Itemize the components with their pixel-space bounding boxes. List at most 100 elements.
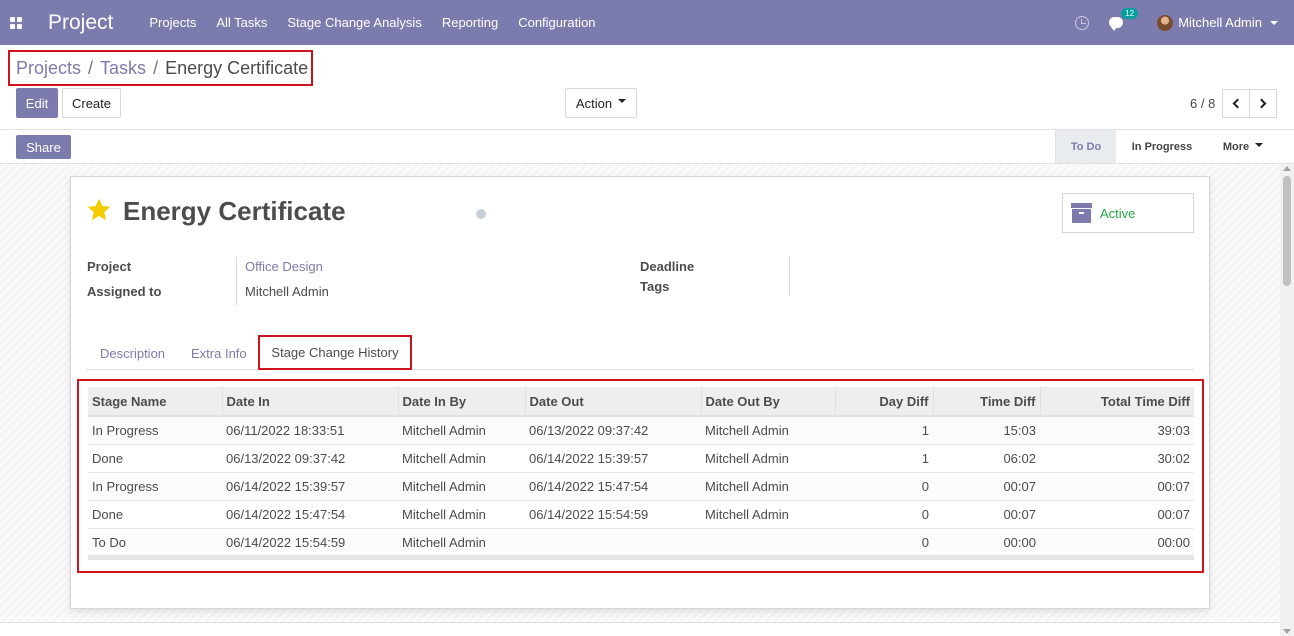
vertical-scrollbar[interactable] — [1280, 164, 1294, 636]
breadcrumb-projects[interactable]: Projects — [16, 58, 81, 79]
cell-day-diff: 0 — [835, 527, 933, 556]
column-date-out[interactable]: Date Out — [525, 387, 702, 417]
cell-total-time-diff: 39:03 — [1040, 415, 1194, 444]
cell-date-out: 06/14/2022 15:39:57 — [525, 443, 701, 472]
cell-day-diff: 0 — [835, 499, 933, 528]
project-label: Project — [87, 259, 132, 274]
cell-total-time-diff: 00:07 — [1040, 471, 1194, 500]
action-label: Action — [575, 95, 613, 111]
cell-date-in-by: Mitchell Admin — [398, 471, 525, 500]
active-toggle-button[interactable]: Active — [1062, 193, 1194, 233]
stage-history-table: Stage Name Date In Date In By Date Out D… — [88, 387, 1194, 556]
cell-time-diff: 06:02 — [933, 443, 1040, 472]
menu-item-projects[interactable]: Projects — [149, 15, 196, 30]
kanban-state-icon[interactable] — [476, 209, 486, 219]
table-row[interactable]: To Do 06/14/2022 15:54:59 Mitchell Admin… — [88, 527, 1194, 556]
column-total-time-diff[interactable]: Total Time Diff — [1040, 387, 1194, 417]
cell-time-diff: 00:07 — [933, 499, 1040, 528]
tab-stage-change-history[interactable]: Stage Change History — [258, 335, 412, 370]
chevron-left-icon — [1232, 98, 1243, 109]
menu-item-reporting[interactable]: Reporting — [442, 15, 498, 30]
user-avatar[interactable] — [1157, 14, 1174, 31]
cell-date-out — [525, 527, 701, 556]
main-menu: Projects All Tasks Stage Change Analysis… — [149, 15, 615, 30]
menu-item-all-tasks[interactable]: All Tasks — [216, 15, 267, 30]
cell-date-in: 06/11/2022 18:33:51 — [222, 415, 398, 444]
bottom-edge — [0, 622, 1280, 636]
star-icon[interactable] — [86, 197, 112, 223]
cell-date-in: 06/14/2022 15:54:59 — [222, 527, 398, 556]
menu-item-configuration[interactable]: Configuration — [518, 15, 595, 30]
project-field[interactable]: Office Design — [245, 259, 323, 274]
cell-stage-name: To Do — [88, 527, 222, 556]
cell-total-time-diff: 00:07 — [1040, 499, 1194, 528]
share-button[interactable]: Share — [16, 135, 71, 159]
table-row[interactable]: In Progress 06/11/2022 18:33:51 Mitchell… — [88, 415, 1194, 444]
cell-total-time-diff: 30:02 — [1040, 443, 1194, 472]
cell-date-out: 06/14/2022 15:47:54 — [525, 471, 701, 500]
cell-date-out-by: Mitchell Admin — [701, 499, 835, 528]
cell-date-out-by — [701, 527, 835, 556]
cell-time-diff: 00:00 — [933, 527, 1040, 556]
chat-icon — [1109, 17, 1124, 31]
edit-button[interactable]: Edit — [16, 88, 58, 118]
cell-date-in: 06/13/2022 09:37:42 — [222, 443, 398, 472]
cell-date-out-by: Mitchell Admin — [701, 471, 835, 500]
messaging-button[interactable]: 12 — [1109, 8, 1139, 31]
pager-next-button[interactable] — [1249, 89, 1277, 118]
cell-date-out-by: Mitchell Admin — [701, 415, 835, 444]
field-divider — [236, 257, 237, 305]
scroll-down-icon[interactable] — [1283, 629, 1291, 634]
tabs-underline — [86, 369, 1194, 370]
task-title[interactable]: Energy Certificate — [123, 196, 346, 227]
cell-stage-name: In Progress — [88, 415, 222, 444]
chevron-down-icon[interactable] — [1270, 20, 1278, 25]
activity-clock-icon[interactable] — [1075, 15, 1090, 30]
scroll-up-icon[interactable] — [1283, 166, 1291, 171]
table-header-row: Stage Name Date In Date In By Date Out D… — [88, 387, 1194, 417]
breadcrumb-separator: / — [153, 57, 159, 78]
cell-stage-name: Done — [88, 499, 222, 528]
column-day-diff[interactable]: Day Diff — [835, 387, 934, 417]
scrollbar-thumb[interactable] — [1283, 176, 1291, 286]
cell-date-out-by: Mitchell Admin — [701, 443, 835, 472]
stage-to-do[interactable]: To Do — [1056, 130, 1116, 163]
pager-value[interactable]: 6 / 8 — [1190, 96, 1215, 111]
stage-history-section: Stage Name Date In Date In By Date Out D… — [77, 379, 1204, 573]
assigned-to-field[interactable]: Mitchell Admin — [245, 284, 329, 299]
column-date-in-by[interactable]: Date In By — [398, 387, 526, 417]
column-time-diff[interactable]: Time Diff — [933, 387, 1041, 417]
cell-stage-name: In Progress — [88, 471, 222, 500]
breadcrumb-separator: / — [88, 57, 94, 78]
active-label: Active — [1100, 205, 1136, 221]
cell-day-diff: 1 — [835, 415, 933, 444]
breadcrumb-tasks[interactable]: Tasks — [100, 58, 146, 79]
tags-label: Tags — [640, 279, 670, 294]
cell-date-in: 06/14/2022 15:47:54 — [222, 499, 398, 528]
cell-day-diff: 1 — [835, 443, 933, 472]
table-row[interactable]: In Progress 06/14/2022 15:39:57 Mitchell… — [88, 471, 1194, 500]
column-date-out-by[interactable]: Date Out By — [701, 387, 836, 417]
table-row[interactable]: Done 06/14/2022 15:47:54 Mitchell Admin … — [88, 499, 1194, 528]
stage-more-dropdown[interactable]: More — [1208, 130, 1278, 163]
systray: 12 Mitchell Admin — [1075, 0, 1294, 45]
apps-menu-icon[interactable] — [10, 16, 22, 29]
cell-date-in: 06/14/2022 15:39:57 — [222, 471, 398, 500]
chevron-right-icon — [1256, 98, 1267, 109]
stage-in-progress[interactable]: In Progress — [1118, 130, 1206, 163]
breadcrumb: Projects / Tasks / Energy Certificate — [8, 50, 313, 86]
tab-extra-info[interactable]: Extra Info — [191, 346, 247, 361]
field-divider — [789, 257, 790, 295]
pager-previous-button[interactable] — [1222, 89, 1250, 118]
top-navbar: Project Projects All Tasks Stage Change … — [0, 0, 1294, 45]
action-dropdown[interactable]: Action — [565, 88, 637, 118]
tab-description[interactable]: Description — [100, 346, 165, 361]
table-row[interactable]: Done 06/13/2022 09:37:42 Mitchell Admin … — [88, 443, 1194, 472]
column-date-in[interactable]: Date In — [222, 387, 399, 417]
user-menu[interactable]: Mitchell Admin — [1178, 15, 1262, 30]
menu-item-stage-change-analysis[interactable]: Stage Change Analysis — [287, 15, 421, 30]
create-button[interactable]: Create — [62, 88, 121, 118]
cell-day-diff: 0 — [835, 471, 933, 500]
app-brand[interactable]: Project — [48, 11, 113, 35]
column-stage-name[interactable]: Stage Name — [88, 387, 223, 417]
